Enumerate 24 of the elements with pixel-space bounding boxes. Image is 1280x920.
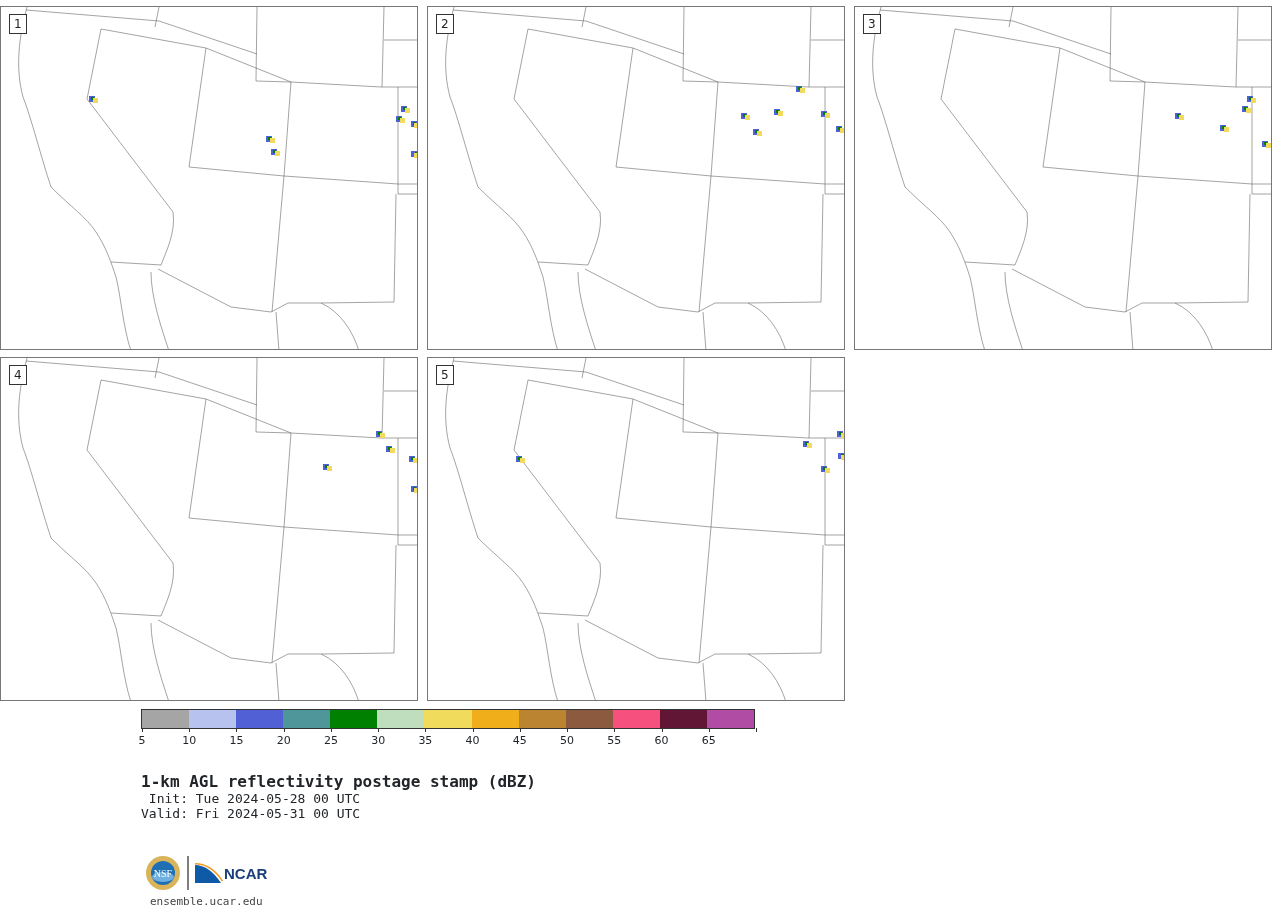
- panel-number: 2: [436, 14, 454, 34]
- tick-label: 60: [654, 734, 669, 747]
- tick-label: 45: [512, 734, 527, 747]
- tick-label: 20: [276, 734, 291, 747]
- tick-label: 50: [560, 734, 575, 747]
- tick-label: 5: [138, 734, 146, 747]
- tick-label: 35: [418, 734, 433, 747]
- tick-label: 10: [182, 734, 197, 747]
- wave-logo-icon: [195, 862, 223, 884]
- valid-time: Valid: Fri 2024-05-31 00 UTC: [141, 806, 362, 821]
- tick-label: 30: [371, 734, 386, 747]
- panel-number: 5: [436, 365, 454, 385]
- chart-title: 1-km AGL reflectivity postage stamp (dBZ): [141, 773, 537, 791]
- tick-label: 55: [607, 734, 622, 747]
- logo-text: NCAR: [224, 864, 268, 882]
- tick-label: 15: [229, 734, 244, 747]
- init-time: Init: Tue 2024-05-28 00 UTC: [147, 791, 362, 806]
- panel-number: 1: [9, 14, 27, 34]
- tick-label: 40: [465, 734, 480, 747]
- tick-label: 65: [701, 734, 716, 747]
- panel-number: 3: [863, 14, 881, 34]
- panel-number: 4: [9, 365, 27, 385]
- tick-label: 25: [323, 734, 338, 747]
- website-url: ensemble.ucar.edu: [150, 895, 264, 908]
